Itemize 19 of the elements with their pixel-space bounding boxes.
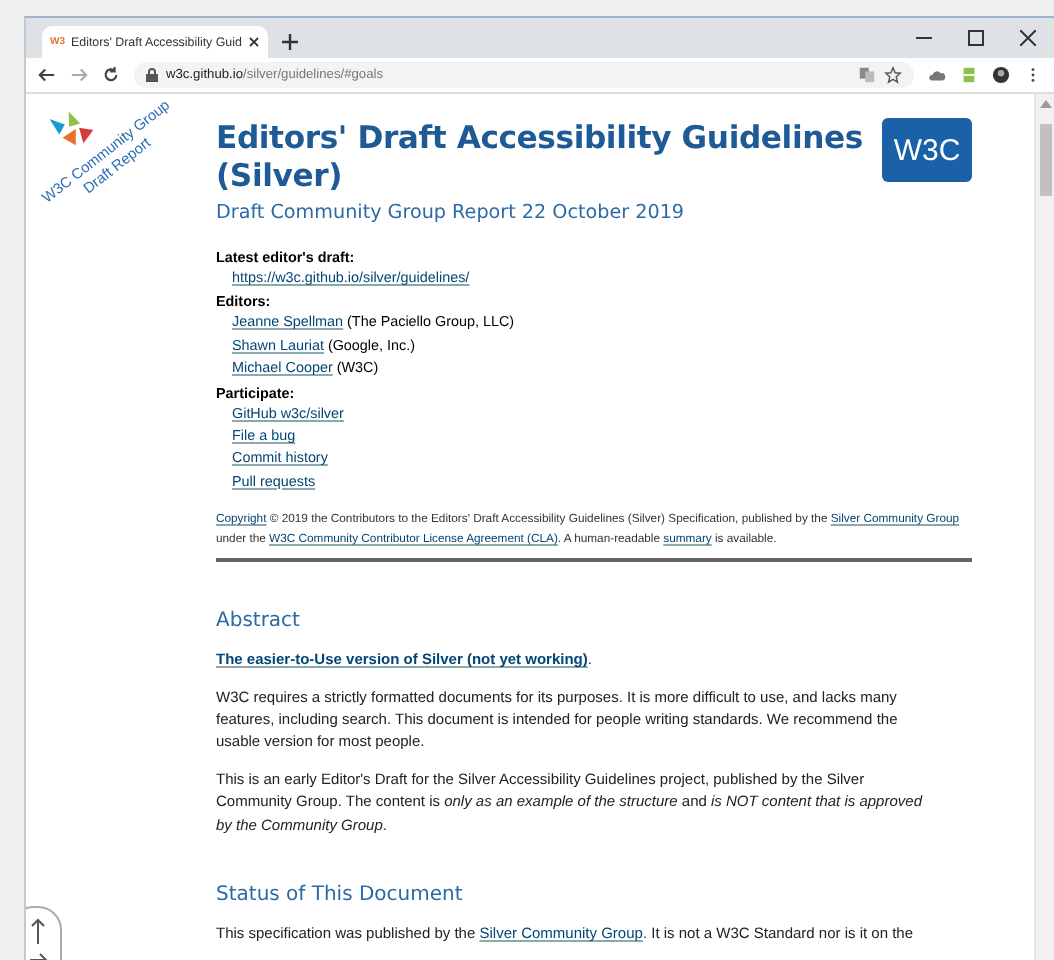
subtitle: Draft Community Group Report 22 October 2019 <box>216 202 687 224</box>
translate-icon[interactable] <box>858 66 876 84</box>
back-icon[interactable] <box>38 66 56 84</box>
section-heading: Abstract <box>216 610 302 633</box>
cloud-icon[interactable] <box>928 66 946 84</box>
new-tab-icon[interactable] <box>281 34 298 50</box>
maximize-icon[interactable] <box>968 30 984 46</box>
reload-icon[interactable] <box>102 66 120 84</box>
section-heading: Status of This Document <box>216 884 465 907</box>
avatar-icon[interactable] <box>992 66 1010 84</box>
scrollbar[interactable] <box>1034 94 1054 960</box>
star-icon[interactable] <box>884 66 902 84</box>
close-icon[interactable] <box>247 36 260 48</box>
lock-icon <box>146 68 158 82</box>
close-icon[interactable] <box>1020 30 1036 46</box>
w3c-logo[interactable]: W3C <box>882 118 972 182</box>
scroll-thumb[interactable] <box>1039 124 1051 196</box>
page-title: Editors' Draft Accessibility Guidelines (Silver) <box>216 118 865 196</box>
arrows-icon <box>28 916 48 960</box>
